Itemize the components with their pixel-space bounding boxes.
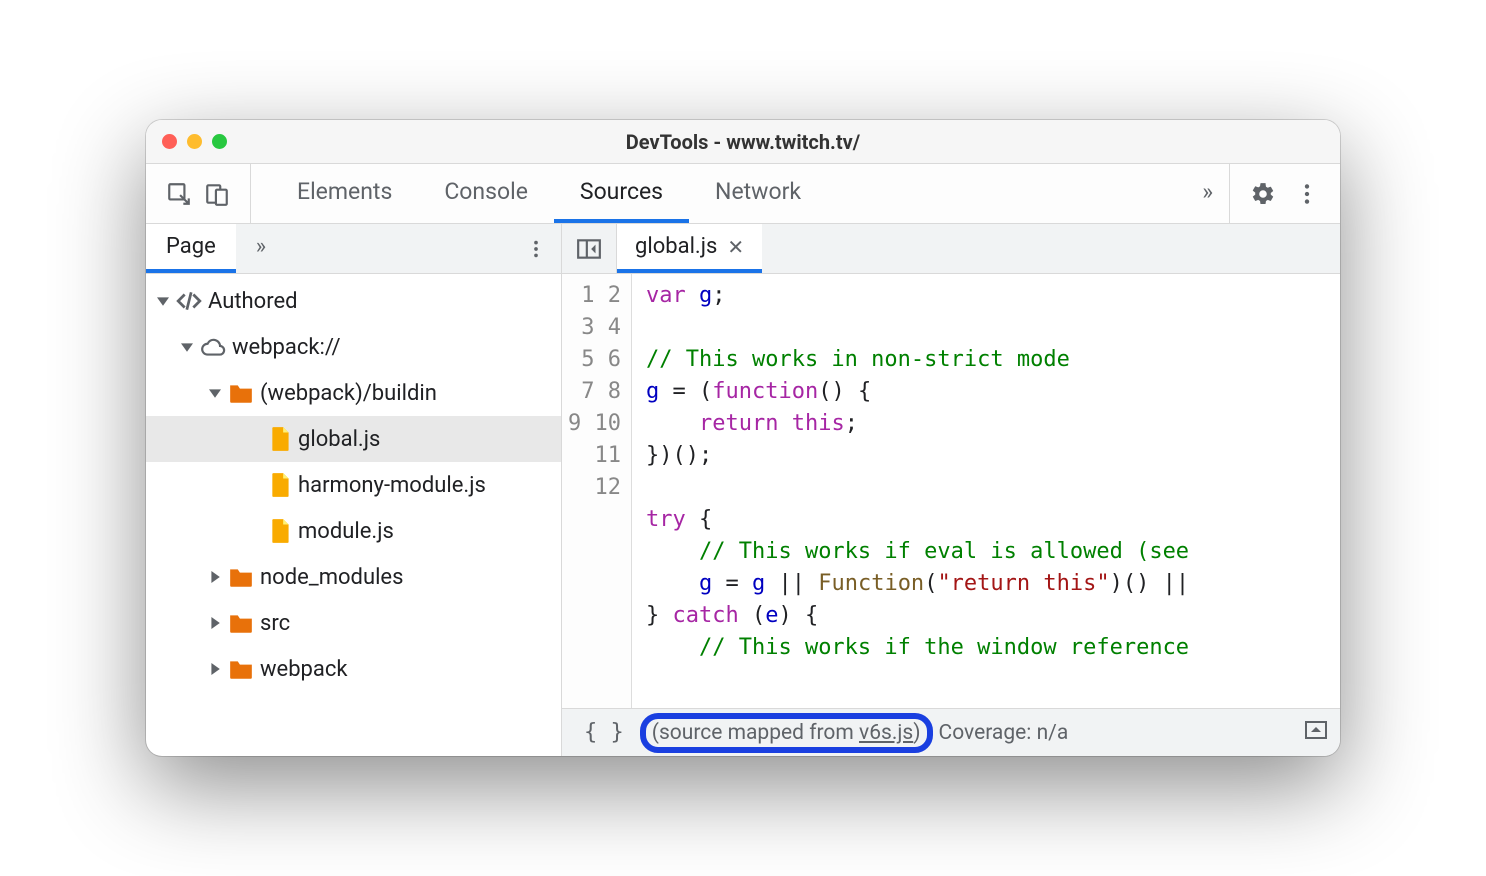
coverage-info: Coverage: n/a [939,721,1069,745]
tree-folder-node-modules[interactable]: node_modules [146,554,561,600]
show-drawer-icon[interactable] [1304,720,1328,746]
device-toggle-icon[interactable] [204,181,230,207]
chevron-right-icon [208,571,222,583]
code-editor[interactable]: 1 2 3 4 5 6 7 8 9 10 11 12 var g; // Thi… [562,274,1340,708]
folder-icon [228,382,254,404]
folder-icon [228,658,254,680]
tree-file-global-js[interactable]: global.js [146,416,561,462]
tree-file-harmony-module-js[interactable]: harmony-module.js [146,462,561,508]
devtools-window: DevTools - www.twitch.tv/ ElementsConsol… [146,120,1340,756]
chevron-right-icon [208,663,222,675]
tab-sources[interactable]: Sources [554,164,689,223]
chevron-down-icon [208,387,222,399]
minimize-window-button[interactable] [187,134,202,149]
sidebar-tab-page[interactable]: Page [146,224,236,273]
file-icon [270,472,292,498]
more-tabs-button[interactable]: » [1186,164,1229,223]
folder-icon [228,566,254,588]
settings-icon[interactable] [1250,181,1276,207]
editor-pane: global.js ✕ 1 2 3 4 5 6 7 8 9 10 11 12 v… [562,224,1340,756]
tree-folder-webpack[interactable]: webpack [146,646,561,692]
tree-label: webpack [260,657,348,682]
sidebar-tab-more[interactable]: » [236,224,286,273]
close-tab-icon[interactable]: ✕ [727,235,744,259]
window-title: DevTools - www.twitch.tv/ [146,130,1340,154]
chevron-right-icon [208,617,222,629]
kebab-menu-icon[interactable] [1294,181,1320,207]
file-tab-global-js[interactable]: global.js ✕ [617,224,762,273]
sidebar-kebab-icon[interactable] [511,224,561,273]
tree-file-module-js[interactable]: module.js [146,508,561,554]
main-area: Page » Authored webpack:// [146,224,1340,756]
line-gutter: 1 2 3 4 5 6 7 8 9 10 11 12 [562,274,632,708]
chevron-down-icon [156,295,170,307]
tree-node-webpack-domain[interactable]: webpack:// [146,324,561,370]
navigator-sidebar: Page » Authored webpack:// [146,224,562,756]
source-map-link[interactable]: v6s.js [859,721,913,745]
file-icon [270,518,292,544]
sidebar-tabstrip: Page » [146,224,561,274]
tree-label: node_modules [260,565,403,590]
chevron-down-icon [180,341,194,353]
tree-label: (webpack)/buildin [260,381,437,406]
tree-label: src [260,611,290,636]
tree-label: harmony-module.js [298,473,486,498]
cloud-icon [200,336,226,358]
tree-label: module.js [298,519,394,544]
editor-tabstrip: global.js ✕ [562,224,1340,274]
inspect-element-icon[interactable] [166,181,192,207]
folder-icon [228,612,254,634]
toggle-navigator-icon[interactable] [562,224,617,273]
tree-node-authored[interactable]: Authored [146,278,561,324]
editor-statusbar: { } (source mapped from v6s.js) Coverage… [562,708,1340,756]
close-window-button[interactable] [162,134,177,149]
tree-label: Authored [208,289,298,314]
pretty-print-button[interactable]: { } [574,720,634,745]
titlebar: DevTools - www.twitch.tv/ [146,120,1340,164]
tree-node-buildin-folder[interactable]: (webpack)/buildin [146,370,561,416]
devtools-toolbar: ElementsConsoleSourcesNetwork » [146,164,1340,224]
source-mapped-info: (source mapped from v6s.js) [652,721,921,745]
tree-label: webpack:// [232,335,341,360]
file-tree: Authored webpack:// (webpack)/buildin gl… [146,274,561,756]
file-tab-label: global.js [635,234,717,259]
tab-elements[interactable]: Elements [271,164,418,223]
zoom-window-button[interactable] [212,134,227,149]
code-content: var g; // This works in non-strict mode … [632,274,1340,708]
tree-folder-src[interactable]: src [146,600,561,646]
tab-console[interactable]: Console [418,164,554,223]
file-icon [270,426,292,452]
tree-label: global.js [298,427,380,452]
code-icon [176,290,202,312]
tab-network[interactable]: Network [689,164,827,223]
